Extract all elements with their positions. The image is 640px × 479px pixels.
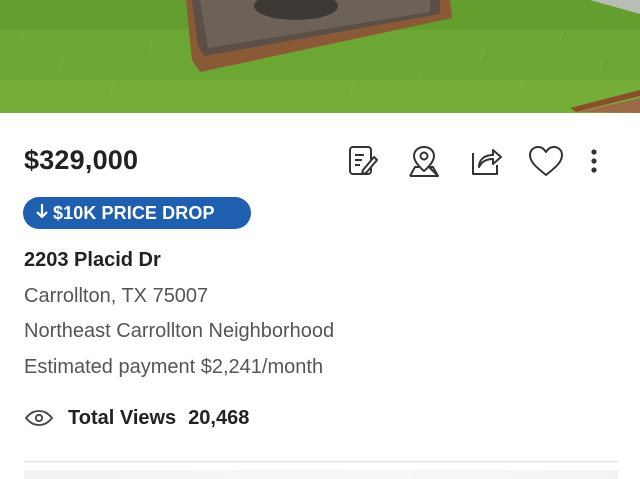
listing-price: $329,000 bbox=[24, 145, 139, 175]
total-views: Total Views 20,468 bbox=[24, 405, 249, 431]
price-drop-badge: $10K PRICE DROP bbox=[23, 197, 251, 229]
favorite-button[interactable] bbox=[526, 141, 566, 181]
arrow-down-icon bbox=[35, 202, 49, 225]
listing-neighborhood[interactable]: Northeast Carrollton Neighborhood bbox=[24, 320, 334, 343]
eye-icon bbox=[24, 409, 54, 427]
total-views-count: 20,468 bbox=[188, 406, 250, 429]
heart-icon bbox=[529, 146, 563, 176]
map-button[interactable] bbox=[404, 141, 444, 181]
more-vertical-icon bbox=[591, 149, 597, 173]
notes-icon bbox=[349, 146, 378, 175]
share-button[interactable] bbox=[466, 141, 506, 181]
photo-graphic bbox=[0, 0, 640, 113]
estimated-payment[interactable]: Estimated payment $2,241/month bbox=[24, 356, 323, 379]
listing-address: 2203 Placid Dr bbox=[24, 249, 161, 271]
more-button[interactable] bbox=[576, 141, 612, 181]
notes-button[interactable] bbox=[342, 141, 382, 181]
share-icon bbox=[472, 149, 502, 175]
section-divider bbox=[24, 461, 618, 462]
price-drop-label: $10K PRICE DROP bbox=[53, 202, 215, 223]
listing-photo[interactable] bbox=[0, 0, 640, 113]
next-section-preview bbox=[24, 470, 618, 479]
total-views-label: Total Views bbox=[68, 406, 177, 429]
map-pin-icon bbox=[409, 145, 439, 177]
listing-city: Carrollton, TX 75007 bbox=[24, 285, 209, 307]
